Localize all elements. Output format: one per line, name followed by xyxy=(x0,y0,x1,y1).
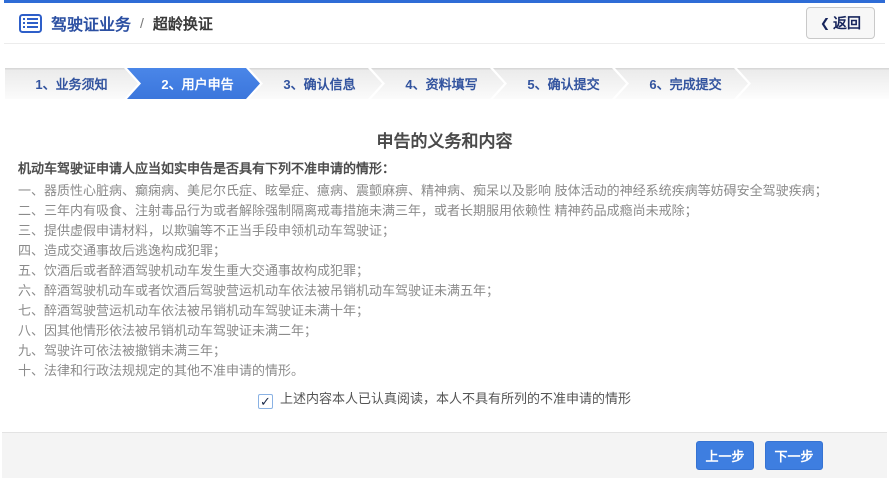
breadcrumb-separator: / xyxy=(140,15,144,31)
header: 驾驶证业务 / 超龄换证 ❮ 返回 xyxy=(4,3,885,44)
declaration-item: 七、醉酒驾驶营运机动车依法被吊销机动车驾驶证未满十年； xyxy=(18,301,875,321)
license-business-icon xyxy=(19,14,42,33)
page-title: 驾驶证业务 xyxy=(51,11,131,35)
chevron-left-icon: ❮ xyxy=(820,17,830,29)
declaration-item: 四、造成交通事故后逃逸构成犯罪； xyxy=(18,241,875,261)
next-step-button[interactable]: 下一步 xyxy=(765,441,823,470)
step-1-business-notice[interactable]: 1、业务须知 xyxy=(5,68,138,99)
step-bar-filler xyxy=(737,68,889,99)
agreement-label: 上述内容本人已认真阅读，本人不具有所列的不准申请的情形 xyxy=(280,391,631,406)
step-3-confirm-info[interactable]: 3、确认信息 xyxy=(249,68,382,99)
declaration-item: 六、醉酒驾驶机动车或者饮酒后驾驶营运机动车依法被吊销机动车驾驶证未满五年； xyxy=(18,281,875,301)
step-4-fill-materials[interactable]: 4、资料填写 xyxy=(371,68,504,99)
agreement-checkbox[interactable]: ✓ xyxy=(258,394,273,409)
step-6-complete-submit[interactable]: 6、完成提交 xyxy=(615,68,748,99)
declaration-item: 十、法律和行政法规规定的其他不准申请的情形。 xyxy=(18,361,875,381)
declaration-item: 一、器质性心脏病、癫痫病、美尼尔氏症、眩晕症、癔病、震颤麻痹、精神病、痴呆以及影… xyxy=(18,181,875,201)
declaration-item: 八、因其他情形依法被吊销机动车驾驶证未满二年； xyxy=(18,321,875,341)
declaration-item: 三、提供虚假申请材料，以欺骗等不正当手段申领机动车驾驶证； xyxy=(18,221,875,241)
step-5-confirm-submit[interactable]: 5、确认提交 xyxy=(493,68,626,99)
step-progress-bar: 1、业务须知 2、用户申告 3、确认信息 4、资料填写 5、确认提交 6、完成提… xyxy=(5,68,889,99)
check-icon: ✓ xyxy=(260,394,271,409)
declaration-content: 机动车驾驶证申请人应当如实申告是否具有下列不准申请的情形： 一、器质性心脏病、癫… xyxy=(18,159,875,381)
back-button[interactable]: ❮ 返回 xyxy=(806,7,875,39)
declaration-item: 五、饮酒后或者醉酒驾驶机动车发生重大交通事故构成犯罪； xyxy=(18,261,875,281)
declaration-intro: 机动车驾驶证申请人应当如实申告是否具有下列不准申请的情形： xyxy=(18,159,875,179)
declaration-item: 九、驾驶许可依法被撤销未满三年； xyxy=(18,341,875,361)
breadcrumb-current: 超龄换证 xyxy=(153,13,213,34)
prev-step-button[interactable]: 上一步 xyxy=(696,441,754,470)
step-2-user-declaration[interactable]: 2、用户申告 xyxy=(127,68,260,99)
agreement-row: ✓ 上述内容本人已认真阅读，本人不具有所列的不准申请的情形 xyxy=(0,388,889,409)
declaration-item: 二、三年内有吸食、注射毒品行为或者解除强制隔离戒毒措施未满三年，或者长期服用依赖… xyxy=(18,201,875,221)
back-button-label: 返回 xyxy=(833,13,861,33)
footer-bar: 上一步 下一步 xyxy=(2,432,887,478)
page: 驾驶证业务 / 超龄换证 ❮ 返回 1、业务须知 2、用户申告 3、确认信息 4… xyxy=(0,0,889,483)
declaration-title: 申告的义务和内容 xyxy=(0,127,889,152)
